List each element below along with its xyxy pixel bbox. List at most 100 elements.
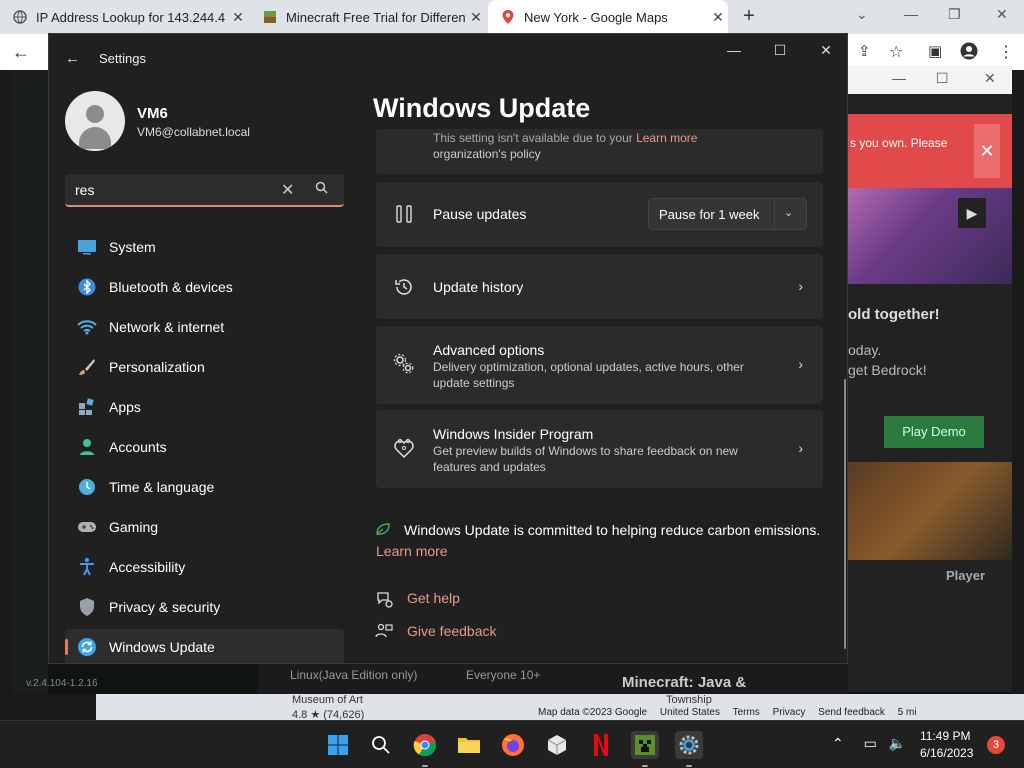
- sidebar-item-gaming[interactable]: Gaming: [65, 509, 344, 545]
- sidebar-item-accounts[interactable]: Accounts: [65, 429, 344, 465]
- minimize-icon[interactable]: —: [904, 6, 918, 22]
- back-arrow-icon[interactable]: ←: [12, 42, 30, 63]
- package-icon[interactable]: [543, 731, 571, 759]
- map-feedback-link[interactable]: Send feedback: [818, 707, 885, 718]
- chevron-up-icon[interactable]: ⌃: [832, 735, 844, 751]
- pause-updates-title: Pause updates: [433, 206, 527, 222]
- settings-icon[interactable]: [675, 731, 703, 767]
- bluetooth-icon: [65, 277, 109, 297]
- close-tab-icon[interactable]: ✕: [228, 9, 248, 26]
- sidebar-item-personalization[interactable]: Personalization: [65, 349, 344, 385]
- chrome-icon[interactable]: [411, 731, 439, 767]
- restore-icon[interactable]: ❐: [948, 6, 961, 23]
- user-email: VM6@collabnet.local: [137, 125, 250, 139]
- clock-date[interactable]: 6/16/2023: [920, 746, 973, 760]
- new-tab-button[interactable]: +: [738, 5, 760, 28]
- sidebar-item-label: Gaming: [109, 519, 159, 535]
- learn-more-link[interactable]: Learn more: [636, 131, 697, 145]
- update-icon: [65, 637, 109, 657]
- map-terms-link[interactable]: Terms: [733, 707, 760, 718]
- clear-search-icon[interactable]: ✕: [281, 180, 294, 200]
- carousel-next-icon[interactable]: ▶: [958, 198, 986, 228]
- close-tab-icon[interactable]: ✕: [466, 9, 486, 26]
- firefox-icon[interactable]: [499, 731, 527, 759]
- network-icon[interactable]: ▭: [864, 735, 877, 751]
- chevron-down-icon[interactable]: ⌄: [784, 206, 793, 219]
- help-icon: [375, 590, 393, 611]
- tab-search-icon[interactable]: ⌄: [856, 6, 868, 23]
- sidebar-item-privacy-security[interactable]: Privacy & security: [65, 589, 344, 625]
- sidebar-item-accessibility[interactable]: Accessibility: [65, 549, 344, 585]
- shield-icon: [65, 597, 109, 617]
- insider-program-card[interactable]: Windows Insider Program Get preview buil…: [376, 410, 823, 488]
- maximize-icon[interactable]: ☐: [936, 70, 949, 87]
- version-text: v.2.4.104-1.2.16: [26, 678, 98, 689]
- policy-text: This setting isn't available due to your…: [433, 131, 697, 145]
- map-privacy-link[interactable]: Privacy: [773, 707, 806, 718]
- close-alert-icon[interactable]: ✕: [974, 124, 1000, 178]
- carbon-learn-more-link[interactable]: Learn more: [376, 543, 448, 559]
- gamepad-icon: [65, 520, 109, 534]
- browser-tab-minecraft[interactable]: Minecraft Free Trial for Different ✕: [250, 0, 486, 34]
- close-icon[interactable]: ✕: [984, 70, 996, 87]
- avatar[interactable]: [65, 91, 125, 151]
- sidebar-item-system[interactable]: System: [65, 229, 344, 265]
- search-icon[interactable]: [367, 731, 395, 759]
- advanced-options-card[interactable]: Advanced options Delivery optimization, …: [376, 326, 823, 404]
- content-scrollbar[interactable]: [844, 379, 846, 649]
- clock-time[interactable]: 11:49 PM: [920, 729, 970, 743]
- brush-icon: [65, 358, 109, 376]
- background-window: — ☐ ✕ s you own. Please ✕ ▶ old together…: [848, 66, 1012, 692]
- search-input[interactable]: [75, 180, 265, 200]
- notification-badge[interactable]: 3: [987, 736, 1005, 754]
- start-icon[interactable]: [324, 731, 352, 759]
- update-history-card[interactable]: Update history ›: [376, 254, 823, 319]
- search-icon[interactable]: [315, 181, 328, 197]
- browser-tab-maps[interactable]: New York - Google Maps ✕: [488, 0, 728, 34]
- sidebar-item-network[interactable]: Network & internet: [65, 309, 344, 345]
- browser-tab-ip-lookup[interactable]: IP Address Lookup for 143.244.4 ✕: [0, 0, 248, 34]
- carbon-text: Windows Update is committed to helping r…: [404, 522, 821, 538]
- close-icon[interactable]: ✕: [811, 42, 841, 59]
- system-tray: ⌃ ▭ 🔈: [832, 735, 906, 752]
- sidebar-item-windows-update[interactable]: Windows Update: [65, 629, 344, 663]
- sidebar-item-label: Network & internet: [109, 319, 225, 335]
- map-credits: Map data ©2023 Google United States Term…: [538, 707, 927, 718]
- pause-duration-dropdown[interactable]: Pause for 1 week ⌄: [648, 198, 807, 230]
- share-icon[interactable]: ⇪: [858, 42, 871, 60]
- maps-icon: [500, 9, 516, 25]
- give-feedback-link[interactable]: Give feedback: [407, 623, 497, 639]
- close-tab-icon[interactable]: ✕: [708, 9, 728, 26]
- side-panel-icon[interactable]: ▣: [928, 42, 942, 60]
- policy-text: organization's policy: [433, 147, 541, 161]
- close-icon[interactable]: ✕: [996, 6, 1008, 23]
- netflix-icon[interactable]: [587, 731, 615, 759]
- bookmark-star-icon[interactable]: ☆: [889, 42, 903, 62]
- apps-icon: [65, 398, 109, 416]
- minecraft-icon[interactable]: [631, 731, 659, 767]
- minecraft-java-title: Minecraft: Java &: [622, 674, 747, 691]
- accessibility-icon: [65, 557, 109, 577]
- profile-icon[interactable]: [960, 42, 978, 65]
- volume-icon[interactable]: 🔈: [889, 735, 906, 751]
- tab-title: New York - Google Maps: [524, 9, 668, 25]
- policy-message: This setting isn't available due to your: [433, 131, 633, 145]
- maximize-icon[interactable]: ☐: [765, 42, 795, 59]
- township-label: Township: [666, 694, 712, 706]
- alert-text: s you own. Please: [850, 136, 948, 150]
- pause-icon: [392, 204, 416, 224]
- map-country: United States: [659, 707, 720, 718]
- sidebar-item-apps[interactable]: Apps: [65, 389, 344, 425]
- browser-tab-strip: IP Address Lookup for 143.244.4 ✕ Minecr…: [0, 0, 1024, 34]
- settings-search-box[interactable]: ✕: [65, 174, 344, 207]
- play-demo-button[interactable]: Play Demo: [884, 416, 984, 448]
- minimize-icon[interactable]: —: [719, 42, 749, 58]
- file-explorer-icon[interactable]: [455, 731, 483, 759]
- promo-text: oday.: [848, 342, 882, 358]
- get-help-link[interactable]: Get help: [407, 590, 460, 606]
- minimize-icon[interactable]: —: [892, 70, 906, 86]
- sidebar-item-time-language[interactable]: Time & language: [65, 469, 344, 505]
- sidebar-item-bluetooth[interactable]: Bluetooth & devices: [65, 269, 344, 305]
- menu-icon[interactable]: ⋮: [998, 42, 1014, 62]
- back-arrow-icon[interactable]: ←: [65, 50, 80, 67]
